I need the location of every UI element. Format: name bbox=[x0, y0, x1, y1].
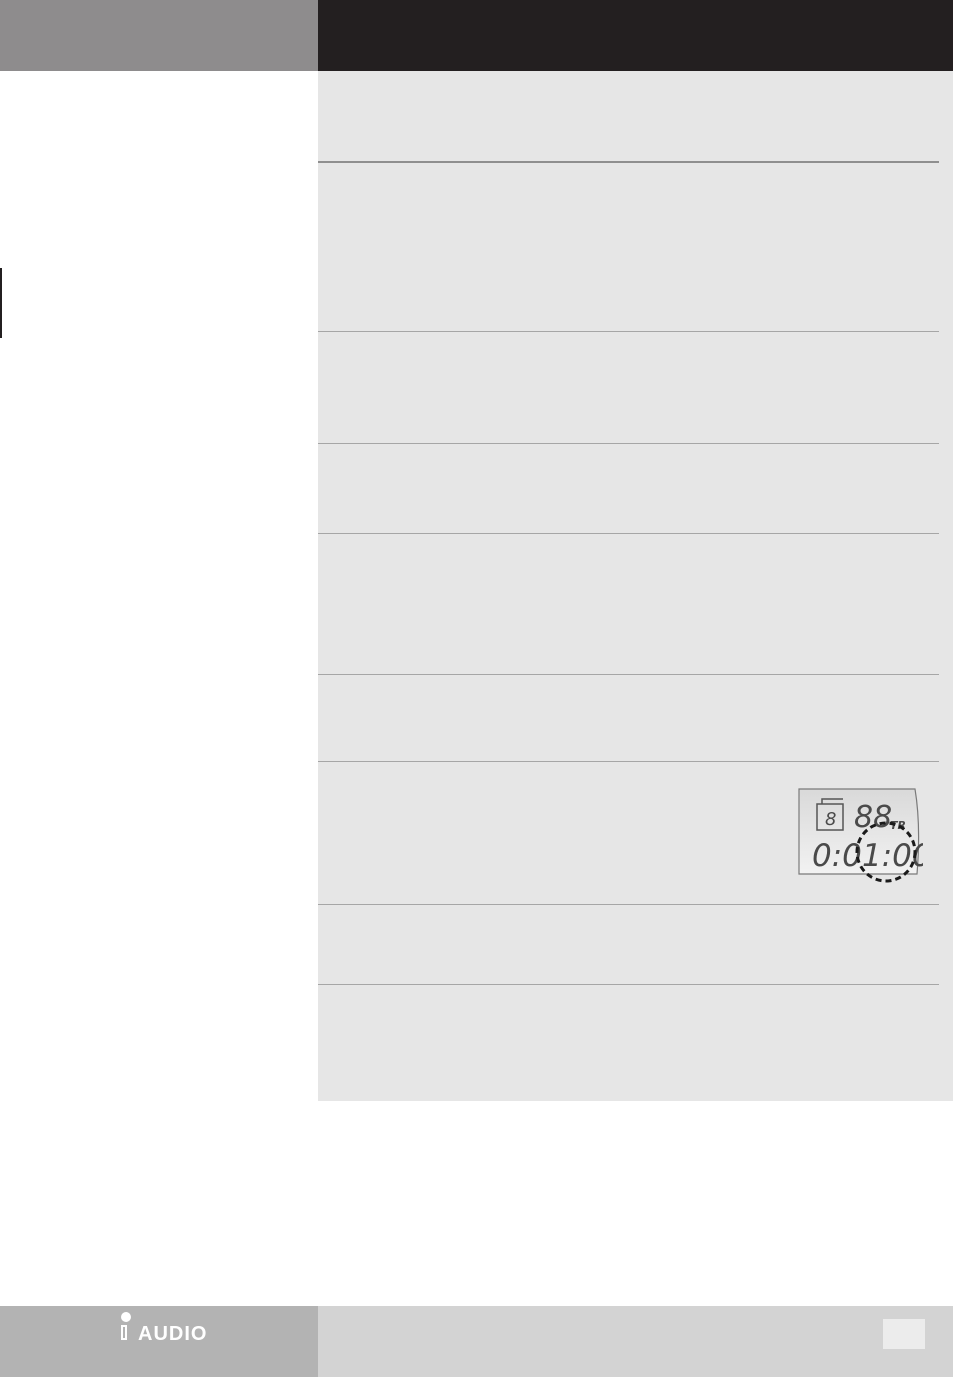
lcd-display-illustration: 8 88 TR 0:0 1:00 bbox=[798, 785, 923, 885]
i-logo-icon bbox=[121, 1312, 131, 1322]
table-row-divider bbox=[318, 443, 939, 444]
track-number: 88 bbox=[854, 800, 892, 835]
track-label: TR bbox=[890, 819, 906, 832]
content-table-panel bbox=[318, 71, 953, 1101]
time-elapsed-prefix: 0:0 bbox=[812, 838, 862, 874]
table-row-divider bbox=[318, 674, 939, 675]
logo-text: AUDIO bbox=[138, 1323, 208, 1345]
header-gray-block bbox=[0, 0, 318, 71]
table-row-divider bbox=[318, 904, 939, 905]
header-dark-bar bbox=[318, 0, 953, 71]
folder-digit: 8 bbox=[825, 809, 836, 830]
table-row-divider bbox=[318, 761, 939, 762]
table-row-divider bbox=[318, 533, 939, 534]
iaudio-logo: AUDIO bbox=[118, 1312, 238, 1352]
table-row-divider bbox=[318, 331, 939, 332]
footer-bar bbox=[318, 1306, 953, 1377]
i-logo-stem bbox=[121, 1325, 127, 1340]
table-row-divider bbox=[318, 984, 939, 985]
table-header-divider bbox=[318, 161, 939, 163]
page-number-box bbox=[883, 1319, 925, 1349]
side-margin-marker bbox=[0, 268, 2, 338]
